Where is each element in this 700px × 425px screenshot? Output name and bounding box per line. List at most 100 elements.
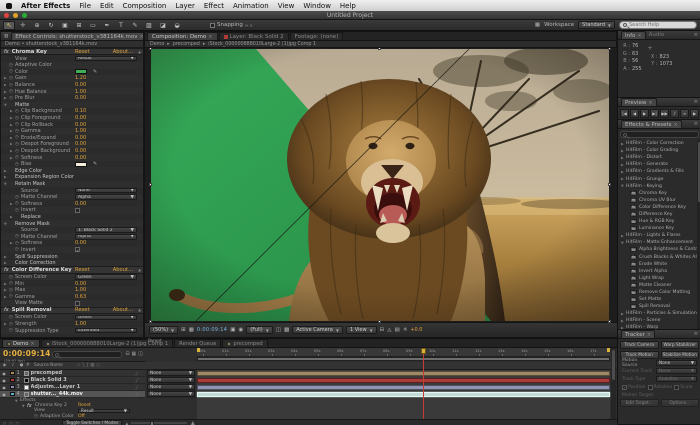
preview-tab[interactable]: Preview× (621, 98, 657, 106)
timeline-zoom-slider[interactable] (131, 422, 187, 424)
property-value[interactable]: 0.00 (75, 148, 86, 154)
panel-menu-icon[interactable]: ≡ (694, 331, 698, 337)
layer-duration-bar-2[interactable] (197, 378, 610, 383)
menu-window[interactable]: Window (303, 2, 331, 10)
show-snapshot-icon[interactable]: ◉ (238, 327, 243, 333)
panel-menu-icon[interactable]: ≡ (694, 99, 698, 105)
menu-after-effects[interactable]: After Effects (21, 2, 70, 10)
effect-item[interactable]: fxHue & RGB Key (618, 218, 697, 225)
menu-composition[interactable]: Composition (123, 2, 167, 10)
property-value[interactable]: 0.00 (75, 135, 86, 141)
layer-switches[interactable]: ╱ (136, 392, 141, 397)
parent-dropdown[interactable]: None▼ (147, 370, 195, 376)
pen-tool[interactable]: ✒ (101, 21, 113, 30)
property-dropdown[interactable]: None▼ (75, 188, 137, 194)
magnification-dropdown[interactable]: (50%)▼ (149, 326, 178, 334)
property-value[interactable]: 0.10 (75, 108, 86, 114)
effect-item[interactable]: fxErode White (618, 261, 697, 268)
layer-name[interactable]: shutter..._44k.mov (31, 391, 83, 397)
parent-dropdown[interactable]: None▼ (147, 377, 195, 383)
label-color-swatch[interactable] (10, 371, 15, 376)
tracker-dropdown[interactable]: Stabilize▼ (656, 376, 697, 382)
property-value[interactable]: 0.63 (75, 294, 86, 300)
effect-item[interactable]: fxColor Difference Key (618, 204, 697, 211)
effects-category[interactable]: ▶HitFilm - Color Correction (618, 140, 697, 147)
twirl-icon[interactable]: ▶ (10, 215, 15, 219)
twirl-icon[interactable]: ▶ (4, 261, 9, 265)
menu-effect[interactable]: Effect (204, 2, 224, 10)
composition-breadcrumb[interactable]: Demo▸precomped▸iStock_000000888010Large-… (145, 41, 616, 48)
property-value[interactable]: 0.00 (75, 141, 86, 147)
selection-handle[interactable] (149, 48, 152, 50)
playhead-grabber[interactable] (421, 348, 426, 354)
mask-shape-tool[interactable]: ▭ (87, 21, 99, 30)
parent-dropdown[interactable]: None▼ (147, 391, 195, 397)
zoom-in-icon[interactable]: ▲ (190, 420, 195, 425)
eraser-tool[interactable]: ◒ (171, 21, 183, 30)
checkbox[interactable] (648, 385, 653, 390)
orbit-tool[interactable]: ↻ (45, 21, 57, 30)
eyedropper-icon[interactable]: ✎ (93, 69, 97, 75)
composition-image[interactable] (151, 49, 609, 321)
parent-dropdown[interactable]: None▼ (147, 384, 195, 390)
resolution-dropdown[interactable]: (Full)▼ (246, 326, 273, 334)
apple-icon[interactable] (6, 3, 12, 9)
number-column-header[interactable]: # (26, 363, 34, 368)
menu-view[interactable]: View (278, 2, 295, 10)
breadcrumb-item[interactable]: precomped (173, 42, 200, 47)
camera-dropdown[interactable]: Active Camera▼ (292, 326, 343, 334)
property-value[interactable]: 0.00 (75, 82, 86, 88)
property-value[interactable]: 1.00 (75, 321, 86, 327)
property-value[interactable]: 1.00 (75, 128, 86, 134)
color-swatch[interactable] (75, 162, 87, 167)
snapping-checkbox[interactable] (210, 23, 215, 28)
warp-stabilizer-button[interactable]: Warp Stabilizer (661, 341, 700, 349)
first-frame-button[interactable]: |◀ (620, 109, 629, 118)
workspace-dropdown[interactable]: Standard▼ (578, 21, 615, 29)
effects-search[interactable] (620, 131, 699, 138)
property-dropdown[interactable]: Green▼ (75, 315, 137, 321)
layer-row-2[interactable]: ◉2Black Solid 3╱ (0, 377, 145, 384)
brush-tool[interactable]: ▨ (143, 21, 155, 30)
panel-menu-icon[interactable]: ≡ (694, 32, 698, 38)
parent-column-header[interactable]: Parent (148, 339, 162, 344)
effect-item[interactable]: fxMatte Cleaner (618, 282, 697, 289)
property-dropdown[interactable]: Alpha▼ (75, 234, 137, 240)
loop-button[interactable]: ∞ (680, 109, 689, 118)
property-value[interactable]: 0.00 (75, 122, 86, 128)
current-time[interactable]: 0:00:09:14 (197, 327, 227, 333)
timeline-tracks[interactable] (197, 370, 610, 419)
next-frame-button[interactable]: ▶| (650, 109, 659, 118)
toggle-switches-modes-button[interactable]: Toggle Switches / Modes (62, 420, 122, 425)
fast-preview-icon[interactable]: ◬ (387, 327, 391, 333)
twirl-icon[interactable]: ▼ (4, 182, 9, 186)
comp-tab-composition[interactable]: Composition: Demo× (147, 32, 218, 40)
layer-switches[interactable]: ╱ (136, 385, 141, 390)
property-value[interactable]: 0.00 (75, 115, 86, 121)
effect-item[interactable]: fxLight Wrap (618, 275, 697, 282)
checkbox[interactable] (674, 385, 679, 390)
effect-name[interactable]: Color Difference Key (12, 267, 72, 273)
exposure-value[interactable]: +0.0 (410, 327, 422, 333)
info-tab[interactable]: Info× (621, 31, 646, 39)
timeline-search[interactable] (52, 351, 122, 358)
close-tab-icon[interactable]: × (30, 341, 34, 347)
view-layout-dropdown[interactable]: 1 View▼ (346, 326, 377, 334)
property-value[interactable]: 0.00 (75, 201, 86, 207)
effects-category[interactable]: ▶HitFilm - Lights & Flares (618, 232, 697, 239)
eyedropper-icon[interactable]: ✎ (93, 161, 97, 167)
time-ruler[interactable]: 00s01s02s03s04s05s06s07s08s09s10s11s12s1… (197, 348, 610, 357)
effect-item[interactable]: fxDifference Key (618, 211, 697, 218)
selection-handle[interactable] (378, 48, 381, 50)
close-tab-icon[interactable]: × (140, 34, 144, 40)
layer-row-3[interactable]: ◉3Adjustm...Layer 1╱ (0, 384, 145, 391)
track-axis-toggle[interactable]: ✓Position (622, 385, 646, 390)
mask-visibility-icon[interactable]: ▦ (189, 327, 194, 333)
property-value[interactable]: Off (78, 414, 85, 419)
layer-duration-bar-1[interactable] (197, 371, 610, 376)
property-dropdown[interactable]: Alpha▼ (75, 194, 137, 200)
effects-category[interactable]: ▼HitFilm - Matte Enhancement (618, 239, 697, 246)
effects-category[interactable]: ▶HitFilm - Gradients & Fills (618, 168, 697, 175)
pencil-tool[interactable]: ✎ (129, 21, 141, 30)
layer-name[interactable]: Black Solid 3 (31, 377, 67, 383)
